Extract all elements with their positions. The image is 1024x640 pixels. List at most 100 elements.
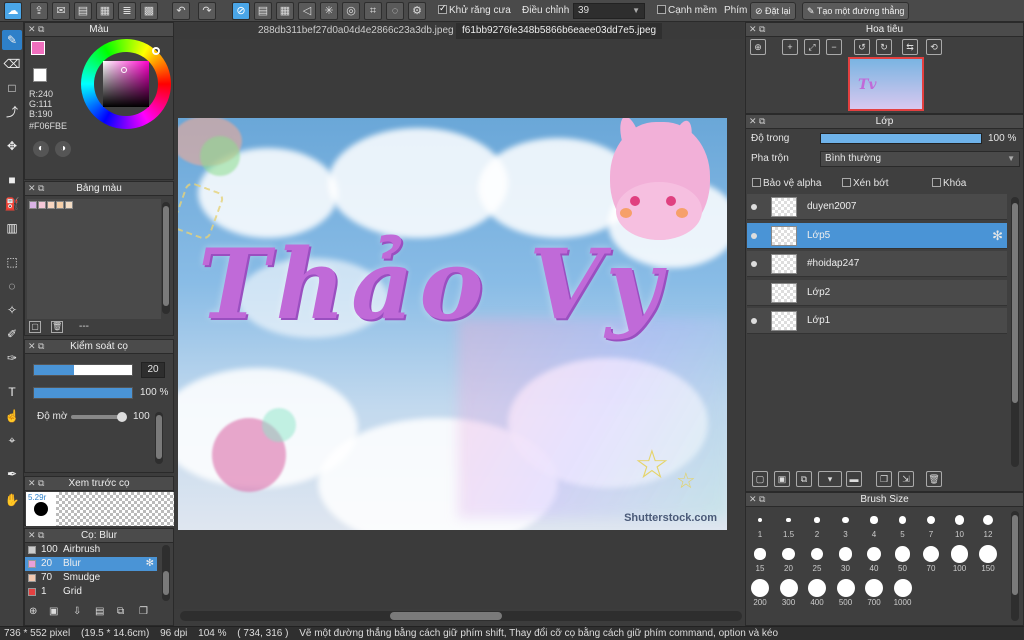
select-eraser-icon[interactable]: ✑ [2, 348, 22, 368]
operation-tool-icon[interactable]: ☝ [2, 406, 22, 426]
history-color-icon[interactable]: ◑ [55, 141, 71, 157]
doc-icon[interactable]: ▦ [96, 2, 114, 20]
layer-menu-icon[interactable]: ▾ [818, 471, 842, 487]
brush-list-scrollbar[interactable] [162, 545, 170, 601]
layers-scroll-thumb[interactable] [1012, 203, 1018, 403]
layers-scrollbar[interactable] [1011, 197, 1019, 467]
gear-icon[interactable]: ✻ [146, 557, 154, 570]
brush-size-option[interactable]: 500 [832, 576, 860, 608]
select-rect-icon[interactable]: □ [2, 78, 22, 98]
close-icon[interactable]: ✕ [28, 340, 36, 353]
speech-bubble-icon[interactable]: ✉ [52, 2, 70, 20]
parallel-snap-icon[interactable]: ▤ [254, 2, 272, 20]
brush-list-item[interactable]: 1 Grid [25, 585, 157, 599]
brush-size-option[interactable]: 5 [889, 508, 917, 540]
brush-size-option[interactable]: 30 [832, 542, 860, 574]
canvas-hscroll-thumb[interactable] [390, 612, 502, 620]
clip-check-icon[interactable] [842, 178, 851, 187]
brush-export-icon[interactable]: ▤ [95, 606, 107, 618]
popout-icon[interactable]: ⧉ [759, 23, 765, 36]
brush-tool-icon[interactable]: ✎ [2, 30, 22, 50]
new-palette-icon[interactable]: ▢ [29, 321, 41, 333]
brush-size-scroll-thumb[interactable] [1012, 515, 1018, 595]
add-brush-icon[interactable]: ⊕ [29, 606, 41, 618]
copy-layer-icon[interactable]: ⧉ [796, 471, 812, 487]
rotate-left-icon[interactable]: ↺ [854, 39, 870, 55]
artwork-canvas[interactable]: Thảo Vy ☆ ☆ Shutterstock.com [178, 118, 727, 530]
brush-size-value[interactable]: 20 [141, 362, 165, 378]
navigator-thumbnail[interactable]: Tv [848, 57, 924, 111]
hardness-knob[interactable] [117, 412, 127, 422]
brush-size-option[interactable]: 300 [775, 576, 803, 608]
brush-size-option[interactable]: 1 [746, 508, 774, 540]
brush-size-option[interactable]: 400 [803, 576, 831, 608]
brush-size-scrollbar[interactable] [1011, 511, 1019, 621]
no-snap-icon[interactable]: ⊘ [232, 2, 250, 20]
flip-icon[interactable]: ⇆ [902, 39, 918, 55]
color-cursor[interactable] [121, 67, 127, 73]
visibility-icon[interactable] [751, 318, 757, 324]
clip-checkbox[interactable]: Xén bớt [842, 178, 888, 189]
blend-mode-select[interactable]: Bình thường ▼ [820, 151, 1020, 167]
antialias-checkbox[interactable]: Khử răng cưa [438, 3, 511, 16]
layer-row[interactable]: Lớp1 [747, 308, 1007, 334]
close-icon[interactable]: ✕ [28, 477, 36, 490]
settings-snap-icon[interactable]: ⚙ [408, 2, 426, 20]
marquee-icon[interactable]: ⬚ [2, 252, 22, 272]
popout-icon[interactable]: ⧉ [38, 477, 44, 490]
grid-icon[interactable]: ▩ [140, 2, 158, 20]
foreground-color-swatch[interactable] [31, 41, 45, 55]
new-layer-icon[interactable]: ▢ [752, 471, 768, 487]
zoom-plus-icon[interactable]: + [782, 39, 798, 55]
brush-size-option[interactable]: 150 [974, 542, 1002, 574]
hardness-slider[interactable] [71, 412, 127, 422]
layer-opacity-slider[interactable] [820, 133, 982, 144]
text-tool-icon[interactable]: T [2, 382, 22, 402]
close-icon[interactable]: ✕ [749, 23, 757, 36]
brush-control-scrollbar[interactable] [155, 412, 163, 464]
magic-wand-icon[interactable]: ✧ [2, 300, 22, 320]
move-tool-icon[interactable]: ✥ [2, 136, 22, 156]
circle-snap-icon[interactable]: ◎ [342, 2, 360, 20]
soft-edge-check-icon[interactable] [657, 5, 666, 14]
brush-size-slider[interactable] [33, 364, 133, 376]
popout-icon[interactable]: ⧉ [759, 493, 765, 506]
brush-size-option[interactable]: 1000 [889, 576, 917, 608]
brush-size-option[interactable]: 700 [860, 576, 888, 608]
brush-size-option[interactable]: 70 [917, 542, 945, 574]
gradient-icon[interactable]: ▥ [2, 218, 22, 238]
brush-duplicate-icon[interactable]: ❐ [139, 606, 151, 618]
close-icon[interactable]: ✕ [28, 23, 36, 36]
close-icon[interactable]: ✕ [28, 529, 36, 542]
brush-list-item[interactable]: 20 Blur ✻ [25, 557, 157, 571]
popout-icon[interactable]: ⧉ [38, 182, 44, 195]
list-icon[interactable]: ≣ [118, 2, 136, 20]
alpha-lock-checkbox[interactable]: Bảo vệ alpha [752, 178, 821, 189]
folder-icon[interactable]: ▬ [846, 471, 862, 487]
brush-size-option[interactable]: 4 [860, 508, 888, 540]
palette-scrollbar[interactable] [162, 202, 170, 314]
brush-copy-icon[interactable]: ⧉ [117, 606, 129, 618]
visibility-icon[interactable] [751, 204, 757, 210]
brush-list-item[interactable]: 70 Smudge [25, 571, 157, 585]
lock-checkbox[interactable]: Khóa [932, 178, 966, 189]
brush-size-option[interactable]: 25 [803, 542, 831, 574]
hue-ring[interactable] [81, 39, 171, 129]
pen-icon[interactable]: ✒ [2, 464, 22, 484]
popout-icon[interactable]: ⧉ [38, 529, 44, 542]
tab-doc-2[interactable]: f61bb9276fe348b5866b6eaee03dd7e5.jpeg [456, 23, 663, 39]
antialias-check-icon[interactable] [438, 3, 447, 14]
brush-size-option[interactable]: 12 [974, 508, 1002, 540]
close-icon[interactable]: ✕ [749, 493, 757, 506]
ring-snap-icon[interactable]: ◌ [386, 2, 404, 20]
palette-swatch[interactable] [47, 201, 55, 209]
layer-row[interactable]: Lớp5 ✻ [747, 222, 1007, 249]
straight-line-button[interactable]: ✎ Tạo một đường thẳng [802, 2, 910, 20]
layer-row[interactable]: duyen2007 [747, 194, 1007, 220]
palette-icon[interactable]: ◐ [33, 141, 49, 157]
brush-size-option[interactable]: 15 [746, 542, 774, 574]
layer-row[interactable]: #hoidap247 [747, 251, 1007, 277]
palette-swatch[interactable] [29, 201, 37, 209]
eyedropper-icon[interactable]: ⌖ [2, 430, 22, 450]
adjust-select[interactable]: 39 ▼ [573, 3, 645, 19]
